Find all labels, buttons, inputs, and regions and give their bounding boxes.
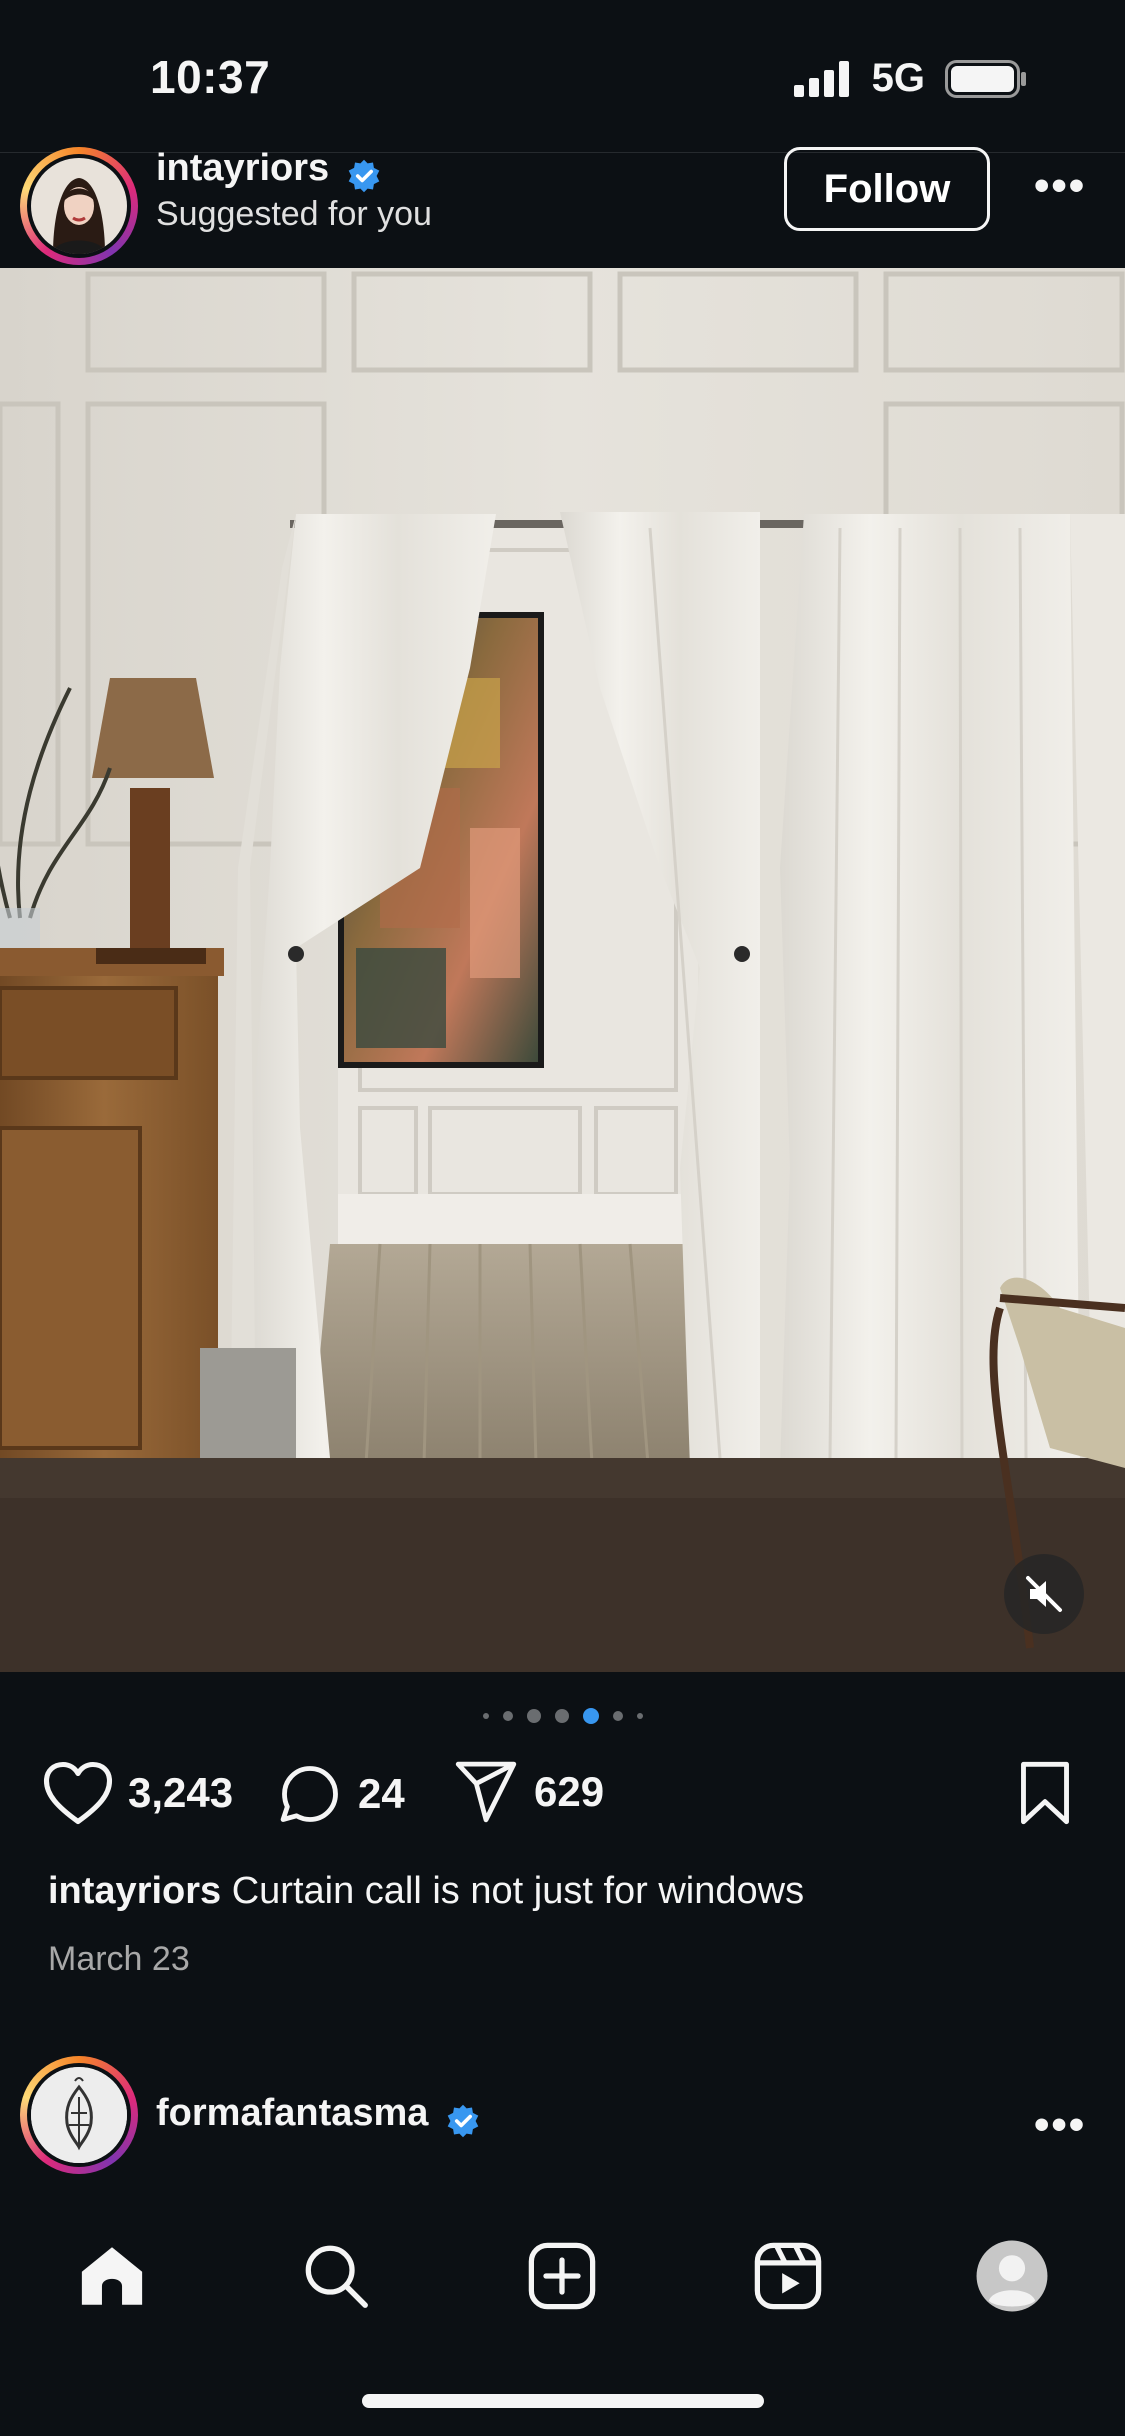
post-more-button[interactable]: •••	[1034, 161, 1086, 211]
send-icon	[455, 1761, 517, 1823]
mute-toggle[interactable]	[1004, 1554, 1084, 1634]
save-action[interactable]	[1016, 1760, 1074, 1826]
comment-action[interactable]: 24	[276, 1760, 405, 1828]
tab-profile[interactable]	[972, 2236, 1052, 2316]
share-action[interactable]: 629	[452, 1760, 604, 1824]
speaker-muted-icon	[1026, 1576, 1062, 1612]
like-count: 3,243	[128, 1769, 234, 1816]
share-count: 629	[534, 1768, 605, 1815]
tab-reels[interactable]	[748, 2236, 828, 2316]
tab-create[interactable]	[522, 2236, 602, 2316]
post-photo	[0, 268, 1125, 1672]
carousel-dot	[502, 1711, 513, 1721]
caption-text: Curtain call is not just for windows	[231, 1870, 805, 1912]
post-header: intayriors Suggested for you Follow •••	[0, 147, 1125, 269]
home-icon	[81, 2247, 143, 2305]
bottom-tab-bar	[0, 2196, 1125, 2436]
next-post-more-button[interactable]: •••	[1034, 2100, 1086, 2150]
status-indicators: 5G	[793, 56, 1027, 101]
battery-icon	[945, 59, 1026, 98]
caption-username[interactable]: intayriors	[48, 1870, 221, 1912]
next-post-username[interactable]: formafantasma	[156, 2092, 428, 2134]
post-caption: intayriors Curtain call is not just for …	[48, 1870, 804, 1913]
post-actions: 3,243 24 629	[0, 1760, 1125, 1840]
carousel-dot-active	[582, 1708, 599, 1724]
verified-badge-icon	[447, 2104, 479, 2137]
signal-icon	[793, 60, 849, 97]
tab-home[interactable]	[72, 2236, 152, 2316]
status-time: 10:37	[150, 51, 271, 103]
home-indicator	[362, 2394, 764, 2408]
comment-icon	[280, 1766, 338, 1822]
next-post-header: formafantasma •••	[0, 2056, 1125, 2197]
follow-button[interactable]: Follow	[784, 147, 990, 231]
carousel-dot	[526, 1709, 541, 1723]
heart-icon	[43, 1761, 113, 1825]
create-post-icon	[528, 2242, 596, 2310]
post-media[interactable]	[0, 268, 1125, 1672]
carousel-indicator	[0, 1708, 1125, 1724]
carousel-dot	[612, 1711, 623, 1721]
like-action[interactable]: 3,243	[42, 1760, 233, 1826]
post-username[interactable]: intayriors	[156, 147, 329, 189]
status-bar: 10:37 5G	[0, 0, 1125, 152]
avatar[interactable]	[20, 147, 138, 265]
profile-photo	[31, 158, 127, 254]
bookmark-icon	[1021, 1761, 1069, 1825]
carousel-dot	[636, 1713, 643, 1719]
reels-icon	[754, 2242, 822, 2310]
next-post-avatar[interactable]	[20, 2056, 138, 2174]
post-date: March 23	[48, 1940, 190, 1978]
carousel-dot	[554, 1709, 569, 1723]
suggested-label: Suggested for you	[156, 195, 432, 233]
comment-count: 24	[358, 1770, 405, 1817]
search-icon	[305, 2245, 368, 2308]
profile-photo	[31, 2067, 127, 2163]
verified-badge-icon	[348, 159, 379, 192]
tab-search[interactable]	[296, 2236, 376, 2316]
profile-avatar-icon	[976, 2240, 1048, 2312]
carousel-dot	[482, 1713, 489, 1719]
network-label: 5G	[871, 56, 925, 100]
